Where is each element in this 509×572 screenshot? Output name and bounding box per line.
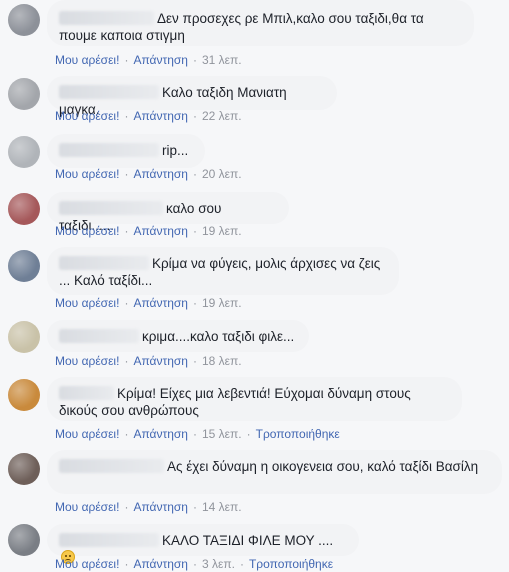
comment-text: Ας έχει δύναμη η οικογενεια σου, καλό τα… <box>167 459 479 474</box>
like-link[interactable]: Μου αρέσει! <box>55 53 119 67</box>
author-name-redacted[interactable] <box>59 85 159 99</box>
like-link[interactable]: Μου αρέσει! <box>55 224 119 238</box>
like-link[interactable]: Μου αρέσει! <box>55 167 119 181</box>
author-name-redacted[interactable] <box>59 386 114 400</box>
comment-actions: Μου αρέσει! · Απάντηση · 22 λεπ. <box>55 109 242 123</box>
reply-link[interactable]: Απάντηση <box>133 557 188 571</box>
comment-actions: Μου αρέσει! · Απάντηση · 3 λεπ. · Τροποποιήθηκ… <box>55 557 334 571</box>
avatar[interactable] <box>8 453 40 485</box>
author-name-redacted[interactable] <box>59 201 163 215</box>
like-link[interactable]: Μου αρέσει! <box>55 500 119 514</box>
comment-actions: Μου αρέσει! · Απάντηση · 19 λεπ. <box>55 224 242 238</box>
comment-time[interactable]: 18 λεπ. <box>202 354 242 368</box>
comment-time[interactable]: 22 λεπ. <box>202 109 242 123</box>
avatar[interactable] <box>8 524 40 556</box>
comment-bubble: rip... <box>47 134 205 168</box>
comment-actions: Μου αρέσει! · Απάντηση · 18 λεπ. <box>55 354 242 368</box>
comment-time[interactable]: 31 λεπ. <box>202 53 242 67</box>
comment-bubble: κριμα....καλο ταξιδι φιλε... <box>47 320 309 352</box>
author-name-redacted[interactable] <box>59 329 139 343</box>
comment-time[interactable]: 3 λεπ. <box>202 557 235 571</box>
comment-time[interactable]: 14 λεπ. <box>202 500 242 514</box>
avatar[interactable] <box>8 4 40 36</box>
reply-link[interactable]: Απάντηση <box>133 354 188 368</box>
comment-bubble: Κρίμα! Είχες μια λεβεντιά! Εύχομαι δύναμ… <box>47 377 462 421</box>
comment-text: κριμα....καλο ταξιδι φιλε... <box>142 329 295 344</box>
like-link[interactable]: Μου αρέσει! <box>55 354 119 368</box>
comment-bubble: Δεν προσεχες ρε Μπιλ,καλο σου ταξιδι,θα … <box>47 0 474 46</box>
reply-link[interactable]: Απάντηση <box>133 427 188 441</box>
comment-text: ΚΑΛΟ ΤΑΞΙΔΙ ΦΙΛΕ ΜΟΥ .... <box>162 533 334 548</box>
reply-link[interactable]: Απάντηση <box>133 296 188 310</box>
like-link[interactable]: Μου αρέσει! <box>55 109 119 123</box>
comments-list: Δεν προσεχες ρε Μπιλ,καλο σου ταξιδι,θα … <box>0 0 509 571</box>
reply-link[interactable]: Απάντηση <box>133 224 188 238</box>
comment-actions: Μου αρέσει! · Απάντηση · 20 λεπ. <box>55 167 242 181</box>
comment-time[interactable]: 19 λεπ. <box>202 224 242 238</box>
avatar[interactable] <box>8 321 40 353</box>
reply-link[interactable]: Απάντηση <box>133 109 188 123</box>
author-name-redacted[interactable] <box>59 533 159 547</box>
comment-bubble: Κρίμα να φύγεις, μολις άρχισες να ζεις .… <box>47 247 399 295</box>
comment-text: rip... <box>162 143 189 158</box>
author-name-redacted[interactable] <box>59 459 164 473</box>
comment-time[interactable]: 15 λεπ. <box>202 427 242 441</box>
like-link[interactable]: Μου αρέσει! <box>55 557 119 571</box>
comment-actions: Μου αρέσει! · Απάντηση · 14 λεπ. <box>55 500 242 514</box>
reply-link[interactable]: Απάντηση <box>133 167 188 181</box>
author-name-redacted[interactable] <box>59 11 154 25</box>
comment-actions: Μου αρέσει! · Απάντηση · 19 λεπ. <box>55 296 242 310</box>
like-link[interactable]: Μου αρέσει! <box>55 427 119 441</box>
author-name-redacted[interactable] <box>59 256 149 270</box>
avatar[interactable] <box>8 193 40 225</box>
author-name-redacted[interactable] <box>59 143 159 157</box>
reply-link[interactable]: Απάντηση <box>133 53 188 67</box>
like-link[interactable]: Μου αρέσει! <box>55 296 119 310</box>
comment-bubble: ΚΑΛΟ ΤΑΞΙΔΙ ΦΙΛΕ ΜΟΥ .... <box>47 524 359 564</box>
avatar[interactable] <box>8 379 40 411</box>
edited-link[interactable]: Τροποποιήθηκε <box>256 427 340 441</box>
comment-time[interactable]: 20 λεπ. <box>202 167 242 181</box>
comment-bubble: Καλο ταξιδη Μανιατη μαγκα. <box>47 76 337 117</box>
comment-actions: Μου αρέσει! · Απάντηση · 15 λεπ. · Τροποποιήθη… <box>55 427 340 441</box>
avatar[interactable] <box>8 78 40 110</box>
reply-link[interactable]: Απάντηση <box>133 500 188 514</box>
comment-time[interactable]: 19 λεπ. <box>202 296 242 310</box>
comment-bubble: καλο σου ταξιδι...... <box>47 192 289 233</box>
comment-bubble: Ας έχει δύναμη η οικογενεια σου, καλό τα… <box>47 450 502 494</box>
avatar[interactable] <box>8 136 40 168</box>
edited-link[interactable]: Τροποποιήθηκε <box>249 557 333 571</box>
avatar[interactable] <box>8 250 40 282</box>
comment-actions: Μου αρέσει! · Απάντηση · 31 λεπ. <box>55 53 242 67</box>
